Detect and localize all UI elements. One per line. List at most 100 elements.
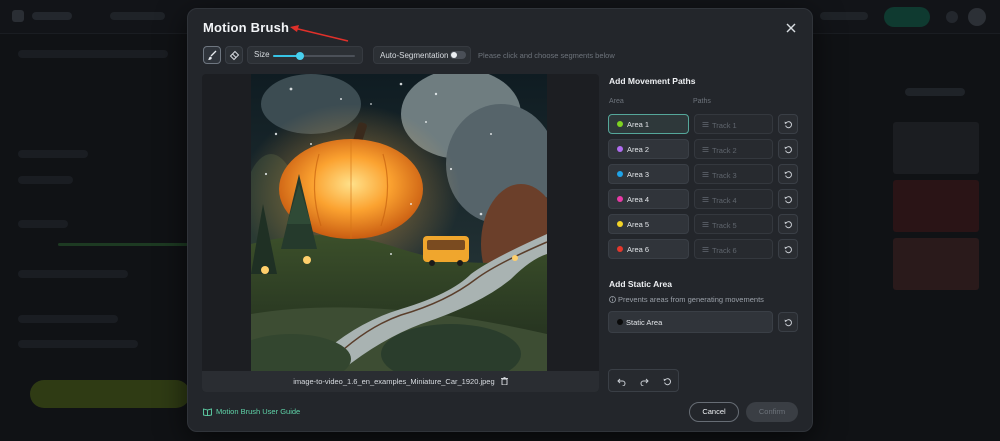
background-slider xyxy=(58,243,188,246)
background-text-line xyxy=(18,270,128,278)
brush-size-control: Size xyxy=(247,46,363,64)
background-nav xyxy=(110,12,165,20)
reset-icon xyxy=(784,120,792,128)
red-arrow-annotation-icon xyxy=(290,25,349,42)
track-button-5[interactable]: Track 5 xyxy=(694,214,773,234)
static-area-note-text: Prevents areas from generating movements xyxy=(618,295,764,304)
background-upgrade-pill xyxy=(884,7,930,27)
track-button-4[interactable]: Track 4 xyxy=(694,189,773,209)
book-icon xyxy=(203,407,212,416)
area-reset-button-3[interactable] xyxy=(778,164,798,184)
area-button-2[interactable]: Area 2 xyxy=(608,139,689,159)
track-label: Track 2 xyxy=(712,145,737,155)
reset-icon xyxy=(784,220,792,228)
track-button-1[interactable]: Track 1 xyxy=(694,114,773,134)
redo-button[interactable] xyxy=(637,374,651,388)
track-icon xyxy=(702,247,709,252)
redo-icon xyxy=(640,378,649,386)
background-text-line xyxy=(18,176,73,184)
area-color-dot xyxy=(617,196,623,202)
track-icon xyxy=(702,197,709,202)
area-color-dot xyxy=(617,121,623,127)
file-name-bar: image-to-video_1.6_en_examples_Miniature… xyxy=(202,371,599,392)
file-name: image-to-video_1.6_en_examples_Miniature… xyxy=(202,377,599,386)
area-reset-button-1[interactable] xyxy=(778,114,798,134)
confirm-button[interactable]: Confirm xyxy=(746,402,798,422)
static-area-color-dot xyxy=(617,319,623,325)
static-area-note: Prevents areas from generating movements xyxy=(609,295,764,304)
close-icon[interactable] xyxy=(784,21,798,35)
eraser-tool-button[interactable] xyxy=(225,46,243,64)
brush-tool-button[interactable] xyxy=(203,46,221,64)
area-button-6[interactable]: Area 6 xyxy=(608,239,689,259)
image-canvas-panel: image-to-video_1.6_en_examples_Miniature… xyxy=(202,74,599,392)
file-name-text: image-to-video_1.6_en_examples_Miniature… xyxy=(293,377,495,386)
reset-icon xyxy=(784,195,792,203)
background-bell-icon xyxy=(946,11,958,23)
cancel-button[interactable]: Cancel xyxy=(689,402,739,422)
user-guide-link[interactable]: Motion Brush User Guide xyxy=(203,407,300,416)
trash-icon[interactable] xyxy=(500,377,508,385)
background-text-line xyxy=(18,315,118,323)
static-area-title: Add Static Area xyxy=(609,279,672,289)
history-controls xyxy=(608,369,679,392)
background-logo xyxy=(12,10,24,22)
static-area-label: Static Area xyxy=(626,318,663,327)
reset-icon xyxy=(784,170,792,178)
area-label: Area 1 xyxy=(627,120,650,129)
area-reset-button-4[interactable] xyxy=(778,189,798,209)
track-button-3[interactable]: Track 3 xyxy=(694,164,773,184)
area-label: Area 2 xyxy=(627,145,650,154)
background-thumbnail xyxy=(893,122,979,174)
uploaded-image[interactable] xyxy=(251,74,547,371)
area-reset-button-6[interactable] xyxy=(778,239,798,259)
reset-icon xyxy=(784,318,792,326)
area-label: Area 6 xyxy=(627,245,650,254)
track-icon xyxy=(702,147,709,152)
reset-icon xyxy=(663,377,671,385)
track-icon xyxy=(702,222,709,227)
area-button-4[interactable]: Area 4 xyxy=(608,189,689,209)
area-button-3[interactable]: Area 3 xyxy=(608,164,689,184)
reset-all-button[interactable] xyxy=(660,374,674,388)
auto-segmentation-label: Auto-Segmentation xyxy=(380,50,449,60)
static-area-button[interactable]: Static Area xyxy=(608,311,773,333)
brush-icon xyxy=(207,50,216,60)
track-label: Track 5 xyxy=(712,220,737,230)
background-thumbnail xyxy=(893,238,979,290)
dialog-title: Motion Brush xyxy=(203,20,290,35)
area-color-dot xyxy=(617,221,623,227)
toggle-knob xyxy=(451,52,457,58)
paths-column-header: Paths xyxy=(693,98,711,105)
track-label: Track 4 xyxy=(712,195,737,205)
background-top-link xyxy=(820,12,868,20)
size-label: Size xyxy=(254,50,270,59)
area-label: Area 4 xyxy=(627,195,650,204)
info-icon xyxy=(609,296,616,303)
static-area-reset-button[interactable] xyxy=(778,312,798,332)
size-slider[interactable] xyxy=(273,52,355,60)
track-label: Track 1 xyxy=(712,120,737,130)
background-text-line xyxy=(18,150,88,158)
eraser-icon xyxy=(229,50,239,60)
size-slider-handle[interactable] xyxy=(296,52,305,60)
undo-button[interactable] xyxy=(614,374,628,388)
background-thumbnail xyxy=(893,180,979,232)
area-button-1[interactable]: Area 1 xyxy=(608,114,689,134)
track-label: Track 6 xyxy=(712,245,737,255)
track-button-6[interactable]: Track 6 xyxy=(694,239,773,259)
area-label: Area 5 xyxy=(627,220,650,229)
motion-brush-dialog: Motion Brush Size Auto-Segmentation Plea… xyxy=(187,8,813,432)
area-reset-button-2[interactable] xyxy=(778,139,798,159)
area-reset-button-5[interactable] xyxy=(778,214,798,234)
background-text-line xyxy=(905,88,965,96)
track-icon xyxy=(702,172,709,177)
auto-segmentation-toggle[interactable] xyxy=(450,51,466,59)
area-color-dot xyxy=(617,171,623,177)
reset-icon xyxy=(784,245,792,253)
track-button-2[interactable]: Track 2 xyxy=(694,139,773,159)
track-label: Track 3 xyxy=(712,170,737,180)
auto-segmentation-control: Auto-Segmentation xyxy=(373,46,471,64)
track-icon xyxy=(702,122,709,127)
area-button-5[interactable]: Area 5 xyxy=(608,214,689,234)
